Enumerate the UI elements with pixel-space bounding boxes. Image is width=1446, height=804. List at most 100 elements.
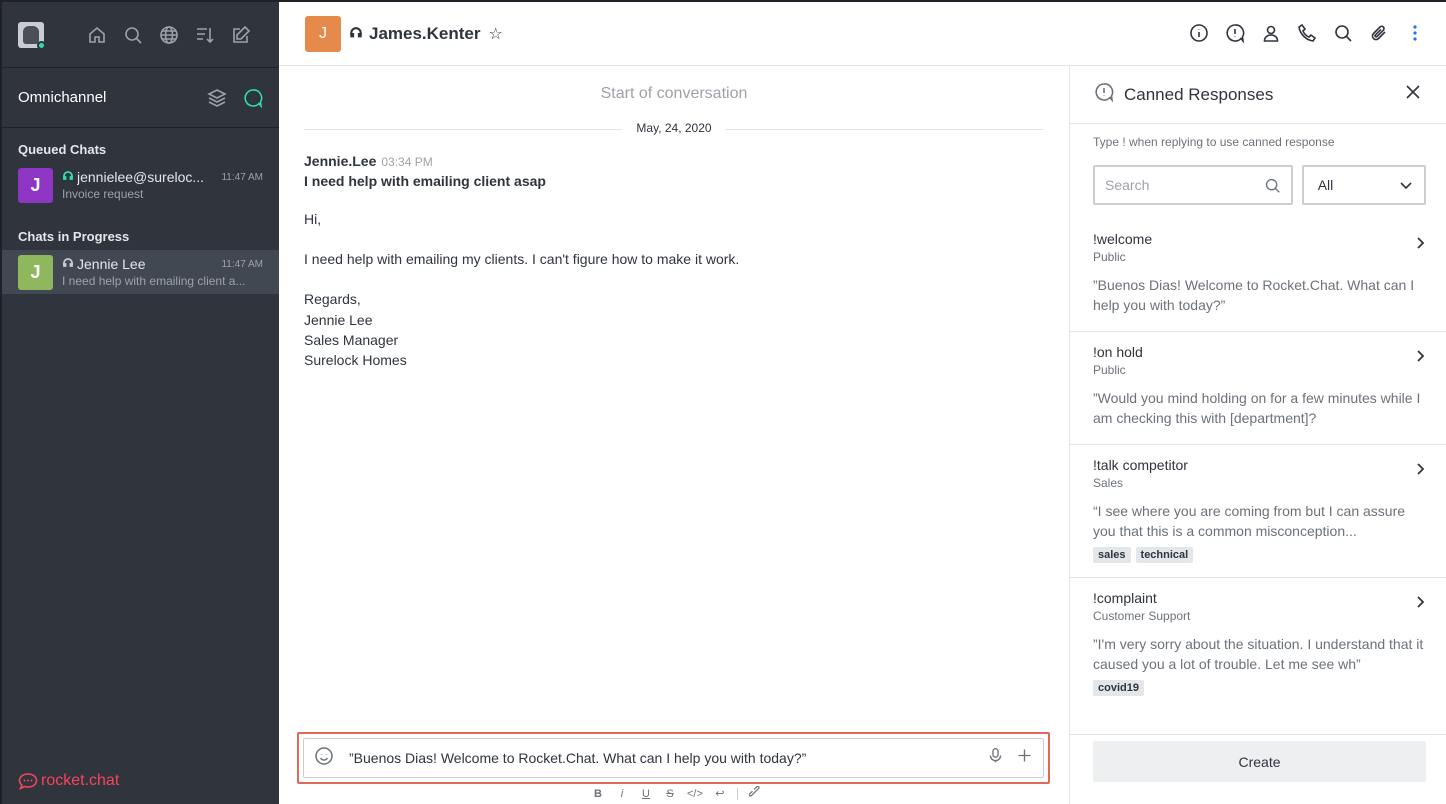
chevron-right-icon[interactable] <box>1412 461 1428 482</box>
panel-title: Canned Responses <box>1124 84 1274 104</box>
chat-preview: Invoice request <box>62 187 144 201</box>
response-text: ”Buenos Dias! Welcome to Rocket.Chat. Wh… <box>1093 277 1415 313</box>
message-subject: I need help with emailing client asap <box>304 173 546 189</box>
user-avatar[interactable] <box>18 21 44 48</box>
close-icon[interactable] <box>1404 83 1422 106</box>
microphone-icon[interactable] <box>987 747 1004 769</box>
plus-icon[interactable] <box>1016 747 1033 769</box>
chat-time: 11:47 AM <box>221 171 263 183</box>
canned-responses-icon <box>1094 82 1114 107</box>
canned-response-item[interactable]: !talk competitor Sales “I see where you … <box>1070 445 1446 578</box>
rocket-chat-logo-icon <box>18 773 38 790</box>
link-icon[interactable] <box>748 785 762 801</box>
queued-chats-label: Queued Chats <box>18 142 107 157</box>
chat-name: jennielee@sureloc... <box>77 169 205 185</box>
omnichannel-status-icon[interactable] <box>243 88 263 108</box>
room-avatar: J <box>305 15 341 52</box>
queued-chat-item[interactable]: J jennielee@sureloc... 11:47 AM Invoice … <box>2 163 279 207</box>
response-shortcut: !on hold <box>1093 344 1143 360</box>
sidebar-toolbar <box>2 2 279 68</box>
room-header: J James.Kenter ☆ <box>279 0 1446 66</box>
search-icon <box>1265 178 1280 193</box>
response-text: ”I'm very sorry about the situation. I u… <box>1093 636 1424 672</box>
message-line: Surelock Homes <box>304 352 407 369</box>
message-composer[interactable]: ”Buenos Dias! Welcome to Rocket.Chat. Wh… <box>303 738 1044 778</box>
response-tag: covid19 <box>1093 680 1144 696</box>
create-new-icon[interactable] <box>230 24 252 46</box>
chevron-right-icon[interactable] <box>1412 594 1428 615</box>
canned-responses-panel: Canned Responses Type ! when replying to… <box>1069 66 1446 804</box>
brand-name: rocket.chat <box>41 772 120 789</box>
response-scope: Public <box>1093 250 1126 264</box>
omnichannel-header: Omnichannel <box>2 68 279 128</box>
chevron-down-icon <box>1400 182 1412 190</box>
date-divider: May, 24, 2020 <box>304 119 1044 139</box>
canned-response-item[interactable]: !complaint Customer Support ”I'm very so… <box>1070 578 1446 712</box>
response-scope: Public <box>1093 363 1126 377</box>
message-input[interactable]: ”Buenos Dias! Welcome to Rocket.Chat. Wh… <box>349 750 987 766</box>
response-shortcut: !complaint <box>1093 590 1157 606</box>
chats-in-progress-label: Chats in Progress <box>18 229 130 244</box>
phone-icon[interactable] <box>1296 22 1318 44</box>
favorite-star-icon[interactable]: ☆ <box>489 24 503 44</box>
create-button[interactable]: Create <box>1093 741 1426 782</box>
bold-icon[interactable]: B <box>591 788 605 800</box>
in-progress-chat-item[interactable]: J Jennie Lee 11:47 AM I need help with e… <box>2 250 279 294</box>
search-input[interactable]: Search <box>1093 165 1293 205</box>
message-time: 03:34 PM <box>381 155 433 169</box>
composer-highlight: ”Buenos Dias! Welcome to Rocket.Chat. Wh… <box>297 732 1050 784</box>
panel-header: Canned Responses <box>1070 66 1446 124</box>
strikethrough-icon[interactable]: S <box>663 788 677 800</box>
chevron-right-icon[interactable] <box>1412 348 1428 369</box>
rocket-chat-logo: rocket.chat <box>18 772 119 790</box>
response-text: ”Would you mind holding on for a few min… <box>1093 390 1421 426</box>
directory-globe-icon[interactable] <box>158 24 180 46</box>
response-shortcut: !welcome <box>1093 231 1153 247</box>
formatting-toolbar: B i U S </> ↩ <box>591 785 762 801</box>
layers-icon[interactable] <box>207 88 227 108</box>
message-line: Regards, <box>304 291 361 308</box>
chat-avatar: J <box>18 254 53 290</box>
message-body: Hi, I need help with emailing my clients… <box>304 209 1044 370</box>
canned-response-item[interactable]: !welcome Public ”Buenos Dias! Welcome to… <box>1070 219 1446 332</box>
canned-responses-icon[interactable] <box>1224 22 1246 44</box>
response-text: “I see where you are coming from but I c… <box>1093 503 1406 539</box>
search-icon[interactable] <box>122 24 144 46</box>
attachment-icon[interactable] <box>1368 22 1390 44</box>
panel-hint: Type ! when replying to use canned respo… <box>1093 135 1335 149</box>
kebab-menu-icon[interactable] <box>1404 22 1426 44</box>
home-icon[interactable] <box>86 24 108 46</box>
message-line: Sales Manager <box>304 331 399 348</box>
multiline-icon[interactable]: ↩ <box>713 787 727 800</box>
emoji-icon[interactable] <box>314 746 334 771</box>
sort-icon[interactable] <box>194 24 216 46</box>
message-author[interactable]: Jennie.Lee <box>304 153 376 169</box>
room-title: James.Kenter ☆ <box>349 24 503 44</box>
response-tag: technical <box>1135 547 1194 563</box>
chat-preview: I need help with emailing client a... <box>62 274 246 288</box>
livechat-icon <box>350 26 362 37</box>
message-area: Start of conversation May, 24, 2020 Jenn… <box>279 66 1069 804</box>
filter-bar: Search All <box>1070 149 1446 205</box>
message-line: Jennie Lee <box>304 311 373 328</box>
italic-icon[interactable]: i <box>615 788 629 800</box>
online-status-icon <box>37 40 44 48</box>
panel-footer: Create <box>1070 734 1446 804</box>
contact-user-icon[interactable] <box>1260 22 1282 44</box>
underline-icon[interactable]: U <box>639 788 653 800</box>
scope-select[interactable]: All <box>1301 165 1426 205</box>
search-messages-icon[interactable] <box>1332 22 1354 44</box>
code-icon[interactable]: </> <box>687 788 703 800</box>
canned-response-item[interactable]: !on hold Public ”Would you mind holding … <box>1070 332 1446 445</box>
livechat-icon <box>63 258 73 267</box>
chevron-right-icon[interactable] <box>1412 235 1428 256</box>
livechat-icon <box>63 171 73 180</box>
sidebar: Omnichannel Queued Chats J jennielee@sur… <box>0 0 279 804</box>
start-of-conversation: Start of conversation <box>600 85 748 102</box>
response-scope: Sales <box>1093 476 1124 490</box>
message-line: I need help with emailing my clients. I … <box>304 251 740 268</box>
chat-avatar: J <box>18 167 53 203</box>
info-icon[interactable] <box>1188 22 1210 44</box>
date-label: May, 24, 2020 <box>622 121 726 135</box>
canned-response-list: !welcome Public ”Buenos Dias! Welcome to… <box>1070 219 1446 712</box>
